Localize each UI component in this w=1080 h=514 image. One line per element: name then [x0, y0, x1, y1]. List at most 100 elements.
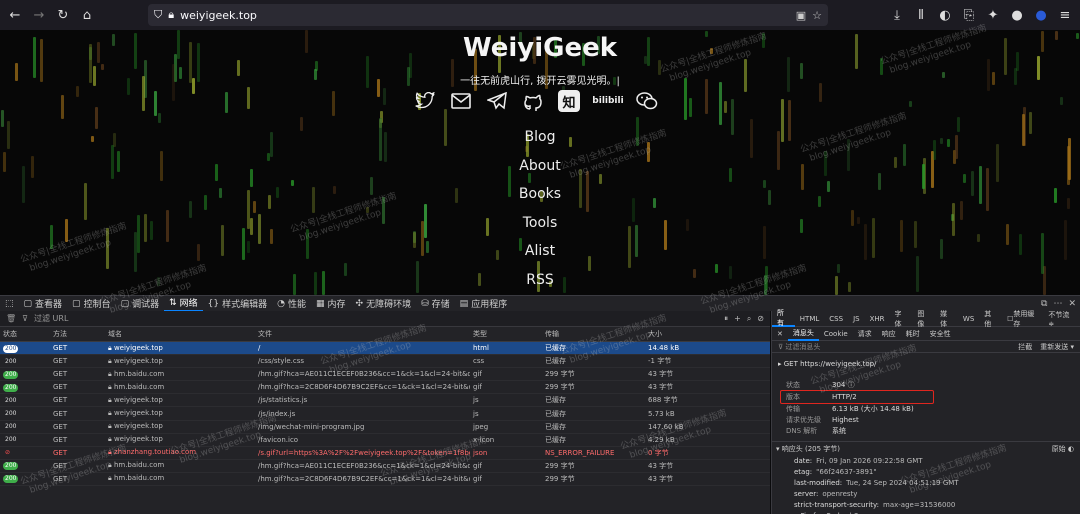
- telegram-icon[interactable]: [486, 90, 508, 112]
- table-row[interactable]: ⊘ GET 🔒︎ zhanzhang.toutiao.com/s.gif?url=h…: [0, 447, 770, 460]
- row-domain: 🔒︎ weiyigeek.top: [105, 357, 255, 366]
- menu-tools[interactable]: Tools: [0, 215, 1080, 231]
- filter-html[interactable]: HTML: [795, 311, 824, 327]
- table-row[interactable]: 200 GET 🔒︎ weiyigeek.top/js/index.js js 已缓存 5…: [0, 407, 770, 421]
- filter-image[interactable]: 图像: [912, 310, 935, 328]
- tab-request[interactable]: 请求: [853, 327, 877, 341]
- menu-rss[interactable]: RSS: [0, 272, 1080, 288]
- network-icon: ⇅: [169, 297, 177, 308]
- reader-view-icon[interactable]: ▣: [796, 9, 806, 22]
- tab-console[interactable]: ▢ 控制台: [67, 296, 116, 312]
- col-domain[interactable]: 域名: [105, 329, 255, 339]
- table-row[interactable]: 200 GET 🔒︎ weiyigeek.top/favicon.ico x-icon…: [0, 434, 770, 447]
- table-row[interactable]: 200 GET 🔒︎ weiyigeek.top/img/wechat-mini-p…: [0, 421, 770, 434]
- add-icon[interactable]: +: [734, 314, 741, 324]
- table-row[interactable]: 200 GET 🔒︎ hm.baidu.com/hm.gif?hca=2C8D6F4…: [0, 473, 770, 487]
- trash-icon[interactable]: 🗑︎: [6, 314, 16, 323]
- row-file: /hm.gif?hca=2C8D6F4D67B9C2EF&cc=1&ck=1&c…: [258, 383, 470, 392]
- table-row[interactable]: 200 GET 🔒︎ hm.baidu.com/hm.gif?hca=AE011C1…: [0, 368, 770, 382]
- tab-accessibility[interactable]: ✣ 无障碍环境: [351, 296, 417, 312]
- filter-css[interactable]: CSS: [824, 311, 848, 327]
- close-details-icon[interactable]: ✕: [772, 327, 788, 341]
- zhihu-icon[interactable]: 知: [558, 90, 580, 112]
- table-row[interactable]: 200 GET 🔒︎ weiyigeek.top / html 已缓存 14.48 kB: [0, 342, 770, 356]
- tab-response[interactable]: 响应: [877, 327, 901, 341]
- mail-icon[interactable]: [450, 90, 472, 112]
- block-button[interactable]: 拦截: [1018, 342, 1032, 352]
- response-headers-section[interactable]: ▾ 响应头 (205 字节): [776, 444, 840, 454]
- back-icon[interactable]: ←: [4, 4, 26, 26]
- tab-headers[interactable]: 消息头: [787, 327, 819, 341]
- tab-cookie[interactable]: Cookie: [819, 327, 853, 341]
- filter-headers-input[interactable]: 过滤消息头: [785, 342, 820, 352]
- row-size: -1 字节: [648, 357, 672, 366]
- rain-streak: [101, 64, 104, 70]
- disable-cache-checkbox[interactable]: ☐ 禁用缓存: [1002, 310, 1043, 328]
- bookmark-star-icon[interactable]: ☆: [812, 9, 822, 22]
- filter-other[interactable]: 其他: [979, 310, 1002, 328]
- raw-toggle[interactable]: 原始 ◐: [1052, 444, 1074, 454]
- col-transfer[interactable]: 传输: [542, 329, 645, 339]
- table-row[interactable]: 200 GET 🔒︎ weiyigeek.top/js/statistics.js j…: [0, 394, 770, 408]
- tab-timings[interactable]: 耗时: [901, 327, 925, 341]
- tab-storage[interactable]: ⛁ 存储: [416, 296, 455, 312]
- block-icon[interactable]: ⊘: [757, 314, 764, 324]
- home-icon[interactable]: ⌂: [76, 4, 98, 26]
- search-icon[interactable]: ⌕: [747, 314, 751, 324]
- reload-icon[interactable]: ↻: [52, 4, 74, 26]
- pause-icon[interactable]: ⏸: [724, 314, 728, 324]
- col-method[interactable]: 方法: [50, 329, 105, 339]
- menu-alist[interactable]: Alist: [0, 243, 1080, 259]
- help-icon[interactable]: ⓘ: [845, 380, 855, 390]
- col-status[interactable]: 状态: [0, 329, 50, 339]
- table-row[interactable]: 200 GET 🔒︎ weiyigeek.top/css/style.css css 已…: [0, 355, 770, 369]
- col-size[interactable]: 大小: [645, 329, 705, 339]
- tab-debugger[interactable]: ▢ 调试器: [116, 296, 165, 312]
- tab-performance[interactable]: ◔ 性能: [272, 296, 311, 312]
- download-icon[interactable]: ⤓: [886, 4, 908, 26]
- twitter-icon[interactable]: [414, 90, 436, 112]
- extension-puzzle-icon[interactable]: ✦: [982, 4, 1004, 26]
- tab-inspector[interactable]: ▢ 查看器: [19, 296, 68, 312]
- devtools-pick-icon[interactable]: ⬚: [0, 296, 19, 312]
- filter-xhr[interactable]: XHR: [865, 311, 890, 327]
- forward-icon[interactable]: →: [28, 4, 50, 26]
- more-icon[interactable]: ⋯: [1053, 299, 1062, 309]
- tab-memory[interactable]: ▦ 内存: [311, 296, 351, 312]
- url-bar[interactable]: ⛉ 🔒︎ weiyigeek.top ▣ ☆: [148, 4, 828, 26]
- github-icon[interactable]: [522, 90, 544, 112]
- table-row[interactable]: 200 GET 🔒︎ hm.baidu.com/hm.gif?hca=AE011C1…: [0, 460, 770, 473]
- close-icon[interactable]: ✕: [1068, 299, 1076, 309]
- filter-all[interactable]: 所有: [772, 309, 795, 327]
- filter-media[interactable]: 媒体: [935, 310, 958, 328]
- site-title[interactable]: WeiyiGeek: [0, 33, 1080, 63]
- record-icon[interactable]: ●: [1006, 4, 1028, 26]
- resend-button[interactable]: 重新发送 ▾: [1040, 342, 1074, 352]
- account-icon[interactable]: ●: [1030, 4, 1052, 26]
- filter-js[interactable]: JS: [848, 311, 865, 327]
- table-row[interactable]: 200 GET 🔒︎ hm.baidu.com/hm.gif?hca=2C8D6F4…: [0, 381, 770, 395]
- filter-ws[interactable]: WS: [958, 311, 979, 327]
- row-transfer: NS_ERROR_FAILURE: [545, 448, 615, 457]
- menu-books[interactable]: Books: [0, 186, 1080, 202]
- filter-url-input[interactable]: 过滤 URL: [34, 313, 68, 324]
- tab-security[interactable]: 安全性: [925, 327, 956, 341]
- tab-style-editor[interactable]: {} 样式编辑器: [203, 296, 272, 312]
- throttle-select[interactable]: 不节流 ≑: [1043, 311, 1080, 328]
- bilibili-icon[interactable]: bilibili: [592, 90, 623, 112]
- tab-network[interactable]: ⇅ 网络: [164, 296, 203, 312]
- menu-blog[interactable]: Blog: [0, 129, 1080, 145]
- screenshot-icon[interactable]: ⎘: [958, 4, 980, 26]
- tab-application[interactable]: ▤ 应用程序: [455, 296, 513, 312]
- dock-icon[interactable]: ⧉: [1041, 299, 1047, 309]
- rain-streak: [963, 174, 966, 183]
- menu-icon[interactable]: ≡: [1054, 4, 1076, 26]
- wechat-icon[interactable]: [636, 90, 658, 112]
- library-icon[interactable]: ⫴: [910, 4, 932, 26]
- menu-about[interactable]: About: [0, 158, 1080, 174]
- col-file[interactable]: 文件: [255, 329, 470, 339]
- extension-icon[interactable]: ◐: [934, 4, 956, 26]
- details-tabs: ✕ 消息头 Cookie 请求 响应 耗时 安全性: [772, 327, 1080, 341]
- filter-font[interactable]: 字体: [890, 310, 913, 328]
- col-type[interactable]: 类型: [470, 329, 542, 339]
